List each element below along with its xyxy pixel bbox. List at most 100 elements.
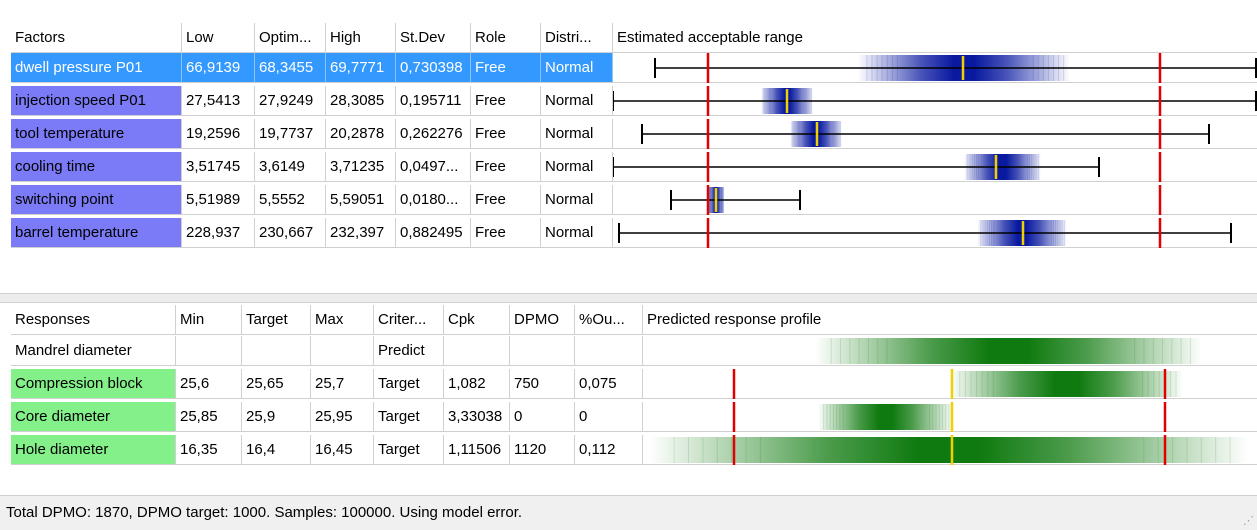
optimum-value[interactable]: 5,5552 (255, 185, 326, 215)
factor-name[interactable]: injection speed P01 (11, 86, 182, 116)
col-header-optim[interactable]: Optim... (255, 23, 326, 53)
dpmo-value[interactable]: 0 (510, 402, 575, 432)
criterion-value[interactable]: Target (374, 402, 444, 432)
role-value[interactable]: Free (471, 86, 541, 116)
cpk-value[interactable]: 1,082 (444, 369, 510, 399)
criterion-value[interactable]: Predict (374, 336, 444, 366)
response-row[interactable]: Compression block 25,6 25,65 25,7 Target 1,08… (0, 369, 1257, 399)
response-row[interactable]: Mandrel diameter Predict (0, 336, 1257, 366)
min-value[interactable]: 25,85 (176, 402, 242, 432)
low-value[interactable]: 3,51745 (182, 152, 255, 182)
col-header-role[interactable]: Role (471, 23, 541, 53)
col-header-dpmo[interactable]: DPMO (510, 305, 575, 335)
response-profile-plot[interactable] (643, 435, 1257, 465)
criterion-value[interactable]: Target (374, 369, 444, 399)
optimum-value[interactable]: 27,9249 (255, 86, 326, 116)
high-value[interactable]: 232,397 (326, 218, 396, 248)
pct-out-value[interactable]: 0 (575, 402, 643, 432)
min-value[interactable]: 16,35 (176, 435, 242, 465)
low-value[interactable]: 5,51989 (182, 185, 255, 215)
col-header-low[interactable]: Low (182, 23, 255, 53)
target-value[interactable]: 25,9 (242, 402, 311, 432)
col-header-stdev[interactable]: St.Dev (396, 23, 471, 53)
acceptable-range-plot[interactable] (613, 185, 1257, 215)
factor-row[interactable]: barrel temperature 228,937 230,667 232,397 0… (0, 218, 1257, 248)
low-value[interactable]: 19,2596 (182, 119, 255, 149)
response-name[interactable]: Hole diameter (11, 435, 176, 465)
stdev-value[interactable]: 0,262276 (396, 119, 471, 149)
target-value[interactable] (242, 336, 311, 366)
target-value[interactable]: 16,4 (242, 435, 311, 465)
response-profile-plot[interactable] (643, 369, 1257, 399)
stdev-value[interactable]: 0,730398 (396, 53, 471, 83)
col-header-cpk[interactable]: Cpk (444, 305, 510, 335)
col-header-estimated-range[interactable]: Estimated acceptable range (613, 23, 1257, 53)
role-value[interactable]: Free (471, 53, 541, 83)
dpmo-value[interactable]: 750 (510, 369, 575, 399)
dpmo-value[interactable]: 1120 (510, 435, 575, 465)
response-profile-plot[interactable] (643, 336, 1257, 366)
high-value[interactable]: 3,71235 (326, 152, 396, 182)
factor-name[interactable]: barrel temperature (11, 218, 182, 248)
distribution-value[interactable]: Normal (541, 53, 613, 83)
col-header-target[interactable]: Target (242, 305, 311, 335)
optimum-value[interactable]: 68,3455 (255, 53, 326, 83)
low-value[interactable]: 66,9139 (182, 53, 255, 83)
distribution-value[interactable]: Normal (541, 218, 613, 248)
factor-row[interactable]: cooling time 3,51745 3,6149 3,71235 0,0497..… (0, 152, 1257, 182)
role-value[interactable]: Free (471, 152, 541, 182)
col-header-predicted-profile[interactable]: Predicted response profile (643, 305, 1257, 335)
factor-row[interactable]: switching point 5,51989 5,5552 5,59051 0,018… (0, 185, 1257, 215)
col-header-distribution[interactable]: Distri... (541, 23, 613, 53)
acceptable-range-plot[interactable] (613, 86, 1257, 116)
cpk-value[interactable] (444, 336, 510, 366)
response-profile-plot[interactable] (643, 402, 1257, 432)
distribution-value[interactable]: Normal (541, 119, 613, 149)
role-value[interactable]: Free (471, 119, 541, 149)
high-value[interactable]: 28,3085 (326, 86, 396, 116)
response-name[interactable]: Mandrel diameter (11, 336, 176, 366)
stdev-value[interactable]: 0,882495 (396, 218, 471, 248)
low-value[interactable]: 27,5413 (182, 86, 255, 116)
col-header-factors[interactable]: Factors (11, 23, 182, 53)
col-header-criterion[interactable]: Criter... (374, 305, 444, 335)
high-value[interactable]: 5,59051 (326, 185, 396, 215)
high-value[interactable]: 69,7771 (326, 53, 396, 83)
col-header-responses[interactable]: Responses (11, 305, 176, 335)
distribution-value[interactable]: Normal (541, 86, 613, 116)
response-name[interactable]: Compression block (11, 369, 176, 399)
criterion-value[interactable]: Target (374, 435, 444, 465)
cpk-value[interactable]: 1,11506 (444, 435, 510, 465)
cpk-value[interactable]: 3,33038 (444, 402, 510, 432)
max-value[interactable]: 25,7 (311, 369, 374, 399)
stdev-value[interactable]: 0,0497... (396, 152, 471, 182)
stdev-value[interactable]: 0,195711 (396, 86, 471, 116)
max-value[interactable]: 25,95 (311, 402, 374, 432)
factor-row[interactable]: injection speed P01 27,5413 27,9249 28,3085… (0, 86, 1257, 116)
col-header-max[interactable]: Max (311, 305, 374, 335)
max-value[interactable]: 16,45 (311, 435, 374, 465)
pct-out-value[interactable] (575, 336, 643, 366)
response-row[interactable]: Hole diameter 16,35 16,4 16,45 Target 1,11506… (0, 435, 1257, 465)
grid-splitter[interactable] (0, 293, 1257, 303)
acceptable-range-plot[interactable] (613, 218, 1257, 248)
optimum-value[interactable]: 19,7737 (255, 119, 326, 149)
acceptable-range-plot[interactable] (613, 119, 1257, 149)
role-value[interactable]: Free (471, 185, 541, 215)
factor-name[interactable]: switching point (11, 185, 182, 215)
min-value[interactable]: 25,6 (176, 369, 242, 399)
factor-name[interactable]: dwell pressure P01 (11, 53, 182, 83)
distribution-value[interactable]: Normal (541, 185, 613, 215)
pct-out-value[interactable]: 0,112 (575, 435, 643, 465)
min-value[interactable] (176, 336, 242, 366)
factor-row[interactable]: dwell pressure P01 66,9139 68,3455 69,7771 0… (0, 53, 1257, 83)
response-row[interactable]: Core diameter 25,85 25,9 25,95 Target 3,33038… (0, 402, 1257, 432)
factor-name[interactable]: cooling time (11, 152, 182, 182)
max-value[interactable] (311, 336, 374, 366)
col-header-high[interactable]: High (326, 23, 396, 53)
pct-out-value[interactable]: 0,075 (575, 369, 643, 399)
target-value[interactable]: 25,65 (242, 369, 311, 399)
factor-name[interactable]: tool temperature (11, 119, 182, 149)
stdev-value[interactable]: 0,0180... (396, 185, 471, 215)
dpmo-value[interactable] (510, 336, 575, 366)
